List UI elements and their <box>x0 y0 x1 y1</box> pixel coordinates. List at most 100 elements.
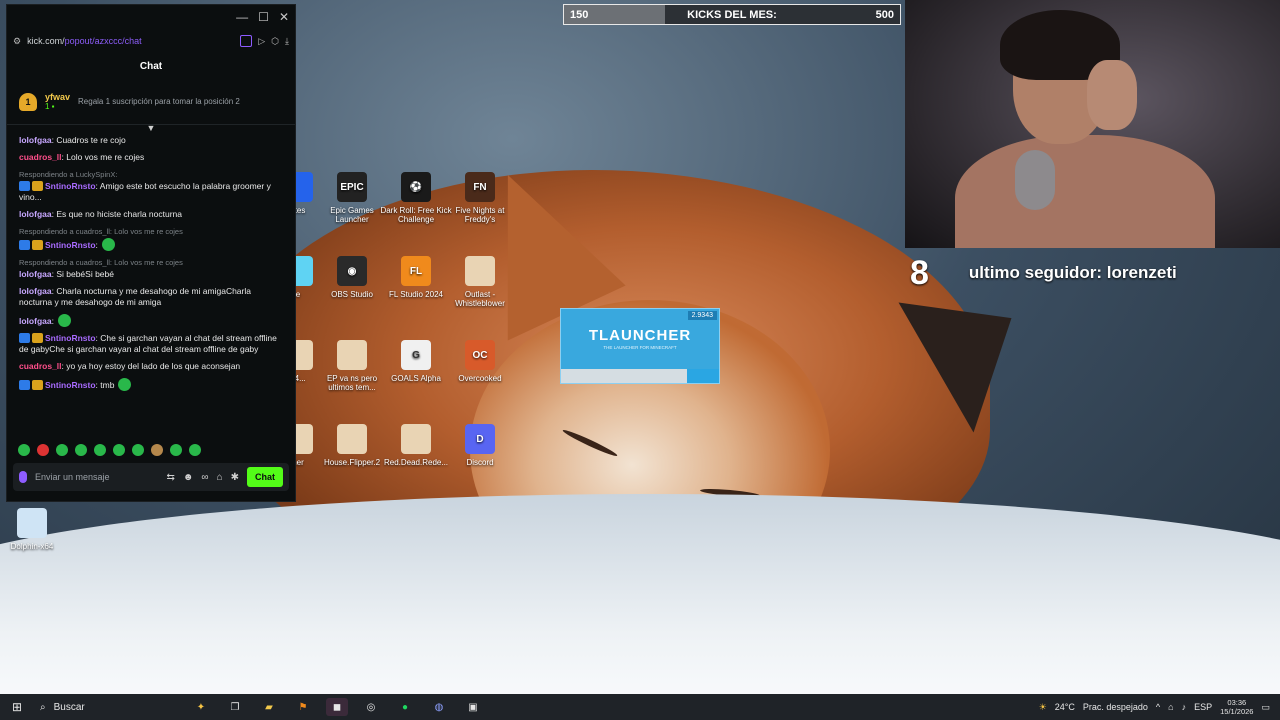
address-bar[interactable]: ⚙ kick.com/popout/azxccc/chat ▷ ⬡ ⤓ <box>7 29 295 53</box>
emote-icon[interactable] <box>75 444 87 456</box>
fl-studio-taskbar-icon[interactable]: ⚑ <box>292 698 314 716</box>
chat-popout-window[interactable]: — ☐ ✕ ⚙ kick.com/popout/azxccc/chat ▷ ⬡ … <box>6 4 296 502</box>
reply-context[interactable]: Respondiendo a cuadros_ll: Lolo vos me r… <box>19 257 283 268</box>
chat-message[interactable]: lolofgaa: Es que no hiciste charla noctu… <box>19 209 283 220</box>
chat-message[interactable]: SntinoRnsto: tmb <box>19 378 283 391</box>
download-icon[interactable]: ⤓ <box>285 36 289 47</box>
mic-icon[interactable] <box>19 471 27 483</box>
chat-message[interactable]: Respondiendo a LuckySpinX: SntinoRnsto: A… <box>19 169 283 203</box>
subscriber-badge-icon <box>19 333 30 343</box>
kicks-goal-bar: 150 KICKS DEL MES: 500 <box>563 4 901 25</box>
desktop-icon-out[interactable]: Outlast - Whistleblower <box>444 256 516 308</box>
send-icon[interactable]: ▷ <box>258 36 265 47</box>
chat-username[interactable]: lolofgaa <box>19 269 52 279</box>
chrome-taskbar-icon[interactable]: ◎ <box>360 698 382 716</box>
discord-taskbar-icon[interactable]: ◍ <box>428 698 450 716</box>
translate-icon[interactable]: ⇆ <box>167 472 175 483</box>
volume-icon[interactable]: ♪ <box>1182 702 1187 712</box>
desktop-icon-over[interactable]: OC Overcooked <box>444 340 516 383</box>
chat-username[interactable]: cuadros_ll <box>19 152 62 162</box>
emoji-icon[interactable]: ☻ <box>183 472 194 483</box>
chat-input[interactable]: Enviar un mensaje <box>35 472 159 482</box>
windows-start-icon[interactable]: ⊞ <box>0 700 34 714</box>
chat-message[interactable]: lolofgaa: Charla nocturna y me desahogo … <box>19 286 283 308</box>
emote-icon[interactable] <box>189 444 201 456</box>
emote-icon[interactable] <box>56 444 68 456</box>
chat-message[interactable]: SntinoRnsto: Che si garchan vayan al cha… <box>19 333 283 355</box>
emote-icon[interactable] <box>170 444 182 456</box>
chat-username[interactable]: lolofgaa <box>19 286 52 296</box>
chat-input-bar[interactable]: Enviar un mensaje ⇆ ☻ ∞ ⌂ ✱ Chat <box>13 463 289 491</box>
emote-icon[interactable] <box>18 444 30 456</box>
reply-context[interactable]: Respondiendo a cuadros_ll: Lolo vos me r… <box>19 226 283 237</box>
app-icon <box>401 424 431 454</box>
streamer-hand <box>1087 60 1137 130</box>
chat-username[interactable]: lolofgaa <box>19 209 52 219</box>
extensions-icon[interactable]: ⬡ <box>271 36 279 47</box>
desktop-icon-dolph[interactable]: Dolphin-x64 <box>0 508 68 551</box>
settings-icon[interactable]: ✱ <box>231 472 239 483</box>
file-explorer-icon[interactable]: ▰ <box>258 698 280 716</box>
taskbar-search[interactable]: ⌕ Buscar <box>34 702 184 713</box>
weather-temp[interactable]: 24°C <box>1055 702 1075 712</box>
pinned-gift-leaderboard[interactable]: 1 yfwav 1 ▪ Regala 1 suscripción para to… <box>7 79 295 125</box>
chat-message[interactable]: cuadros_ll: yo ya hoy estoy del lado de … <box>19 361 283 372</box>
notifications-icon[interactable]: ▭ <box>1261 702 1270 713</box>
network-icon[interactable]: ⌂ <box>1168 702 1173 712</box>
window-titlebar[interactable]: — ☐ ✕ <box>7 5 295 29</box>
chat-message[interactable]: lolofgaa: <box>19 314 283 327</box>
desktop-icon-label: Overcooked <box>458 374 502 383</box>
emote-icon[interactable] <box>132 444 144 456</box>
app-taskbar-icon[interactable]: ▣ <box>462 698 484 716</box>
emote-icon[interactable] <box>113 444 125 456</box>
show-hidden-icons[interactable]: ^ <box>1156 702 1160 712</box>
chat-username[interactable]: cuadros_ll <box>19 361 62 371</box>
minimize-icon[interactable]: — <box>236 10 248 24</box>
chat-message[interactable]: cuadros_ll: Lolo vos me re cojes <box>19 152 283 163</box>
task-view-icon[interactable]: ❐ <box>224 698 246 716</box>
link-icon[interactable]: ∞ <box>201 472 208 483</box>
chat-message[interactable]: lolofgaa: Cuadros te re cojo <box>19 135 283 146</box>
desktop-icon-disc[interactable]: D Discord <box>444 424 516 467</box>
obs-taskbar-icon[interactable]: ◼ <box>326 698 348 716</box>
copilot-icon[interactable]: ✦ <box>190 698 212 716</box>
crown-badge-icon <box>32 240 43 250</box>
store-icon[interactable]: ⌂ <box>217 472 223 483</box>
weather-icon[interactable]: ☀ <box>1039 702 1047 713</box>
url-text[interactable]: kick.com/popout/azxccc/chat <box>27 36 234 46</box>
chat-username[interactable]: SntinoRnsto <box>45 380 96 390</box>
shield-icon[interactable] <box>240 35 253 47</box>
chat-username[interactable]: lolofgaa <box>19 135 52 145</box>
desktop-icon-red[interactable]: Red.Dead.Rede... <box>380 424 452 467</box>
chat-username[interactable]: lolofgaa <box>19 316 52 326</box>
desktop-icon-fl[interactable]: FL FL Studio 2024 <box>380 256 452 299</box>
desktop-icon-label: Dolphin-x64 <box>10 542 54 551</box>
chat-message[interactable]: Respondiendo a cuadros_ll: Lolo vos me r… <box>19 257 283 280</box>
clock[interactable]: 03:36 15/1/2026 <box>1220 698 1253 716</box>
desktop-icon-fnaf[interactable]: FN Five Nights at Freddy's <box>444 172 516 224</box>
desktop-icon-dark[interactable]: ⚽ Dark Roll: Free Kick Challenge <box>380 172 452 224</box>
close-icon[interactable]: ✕ <box>279 10 289 24</box>
pinned-username[interactable]: yfwav <box>45 92 70 102</box>
weather-desc[interactable]: Prac. despejado <box>1083 702 1148 712</box>
site-info-icon[interactable]: ⚙ <box>13 36 21 47</box>
reply-context[interactable]: Respondiendo a LuckySpinX: <box>19 169 283 180</box>
maximize-icon[interactable]: ☐ <box>258 10 269 24</box>
emote-icon[interactable] <box>37 444 49 456</box>
system-tray[interactable]: ☀ 24°C Prac. despejado ^ ⌂ ♪ ESP 03:36 1… <box>1039 698 1280 716</box>
desktop-icon-goals[interactable]: G GOALS Alpha <box>380 340 452 383</box>
chat-messages[interactable]: lolofgaa: Cuadros te re cojo cuadros_ll: … <box>7 131 295 441</box>
chat-text: : tmb <box>95 380 115 390</box>
language-indicator[interactable]: ESP <box>1194 702 1212 712</box>
chat-username[interactable]: SntinoRnsto <box>45 181 96 191</box>
desktop-icon-label: Discord <box>466 458 494 467</box>
taskbar[interactable]: ⊞ ⌕ Buscar ✦ ❐ ▰ ⚑ ◼ ◎ ● ◍ ▣ ☀ 24°C Prac… <box>0 694 1280 720</box>
spotify-icon[interactable]: ● <box>394 698 416 716</box>
chat-username[interactable]: SntinoRnsto <box>45 240 96 250</box>
send-chat-button[interactable]: Chat <box>247 467 283 487</box>
chat-username[interactable]: SntinoRnsto <box>45 333 96 343</box>
chat-message[interactable]: Respondiendo a cuadros_ll: Lolo vos me r… <box>19 226 283 251</box>
emote-icon[interactable] <box>94 444 106 456</box>
emote-quickbar[interactable] <box>7 441 295 459</box>
emote-icon[interactable] <box>151 444 163 456</box>
